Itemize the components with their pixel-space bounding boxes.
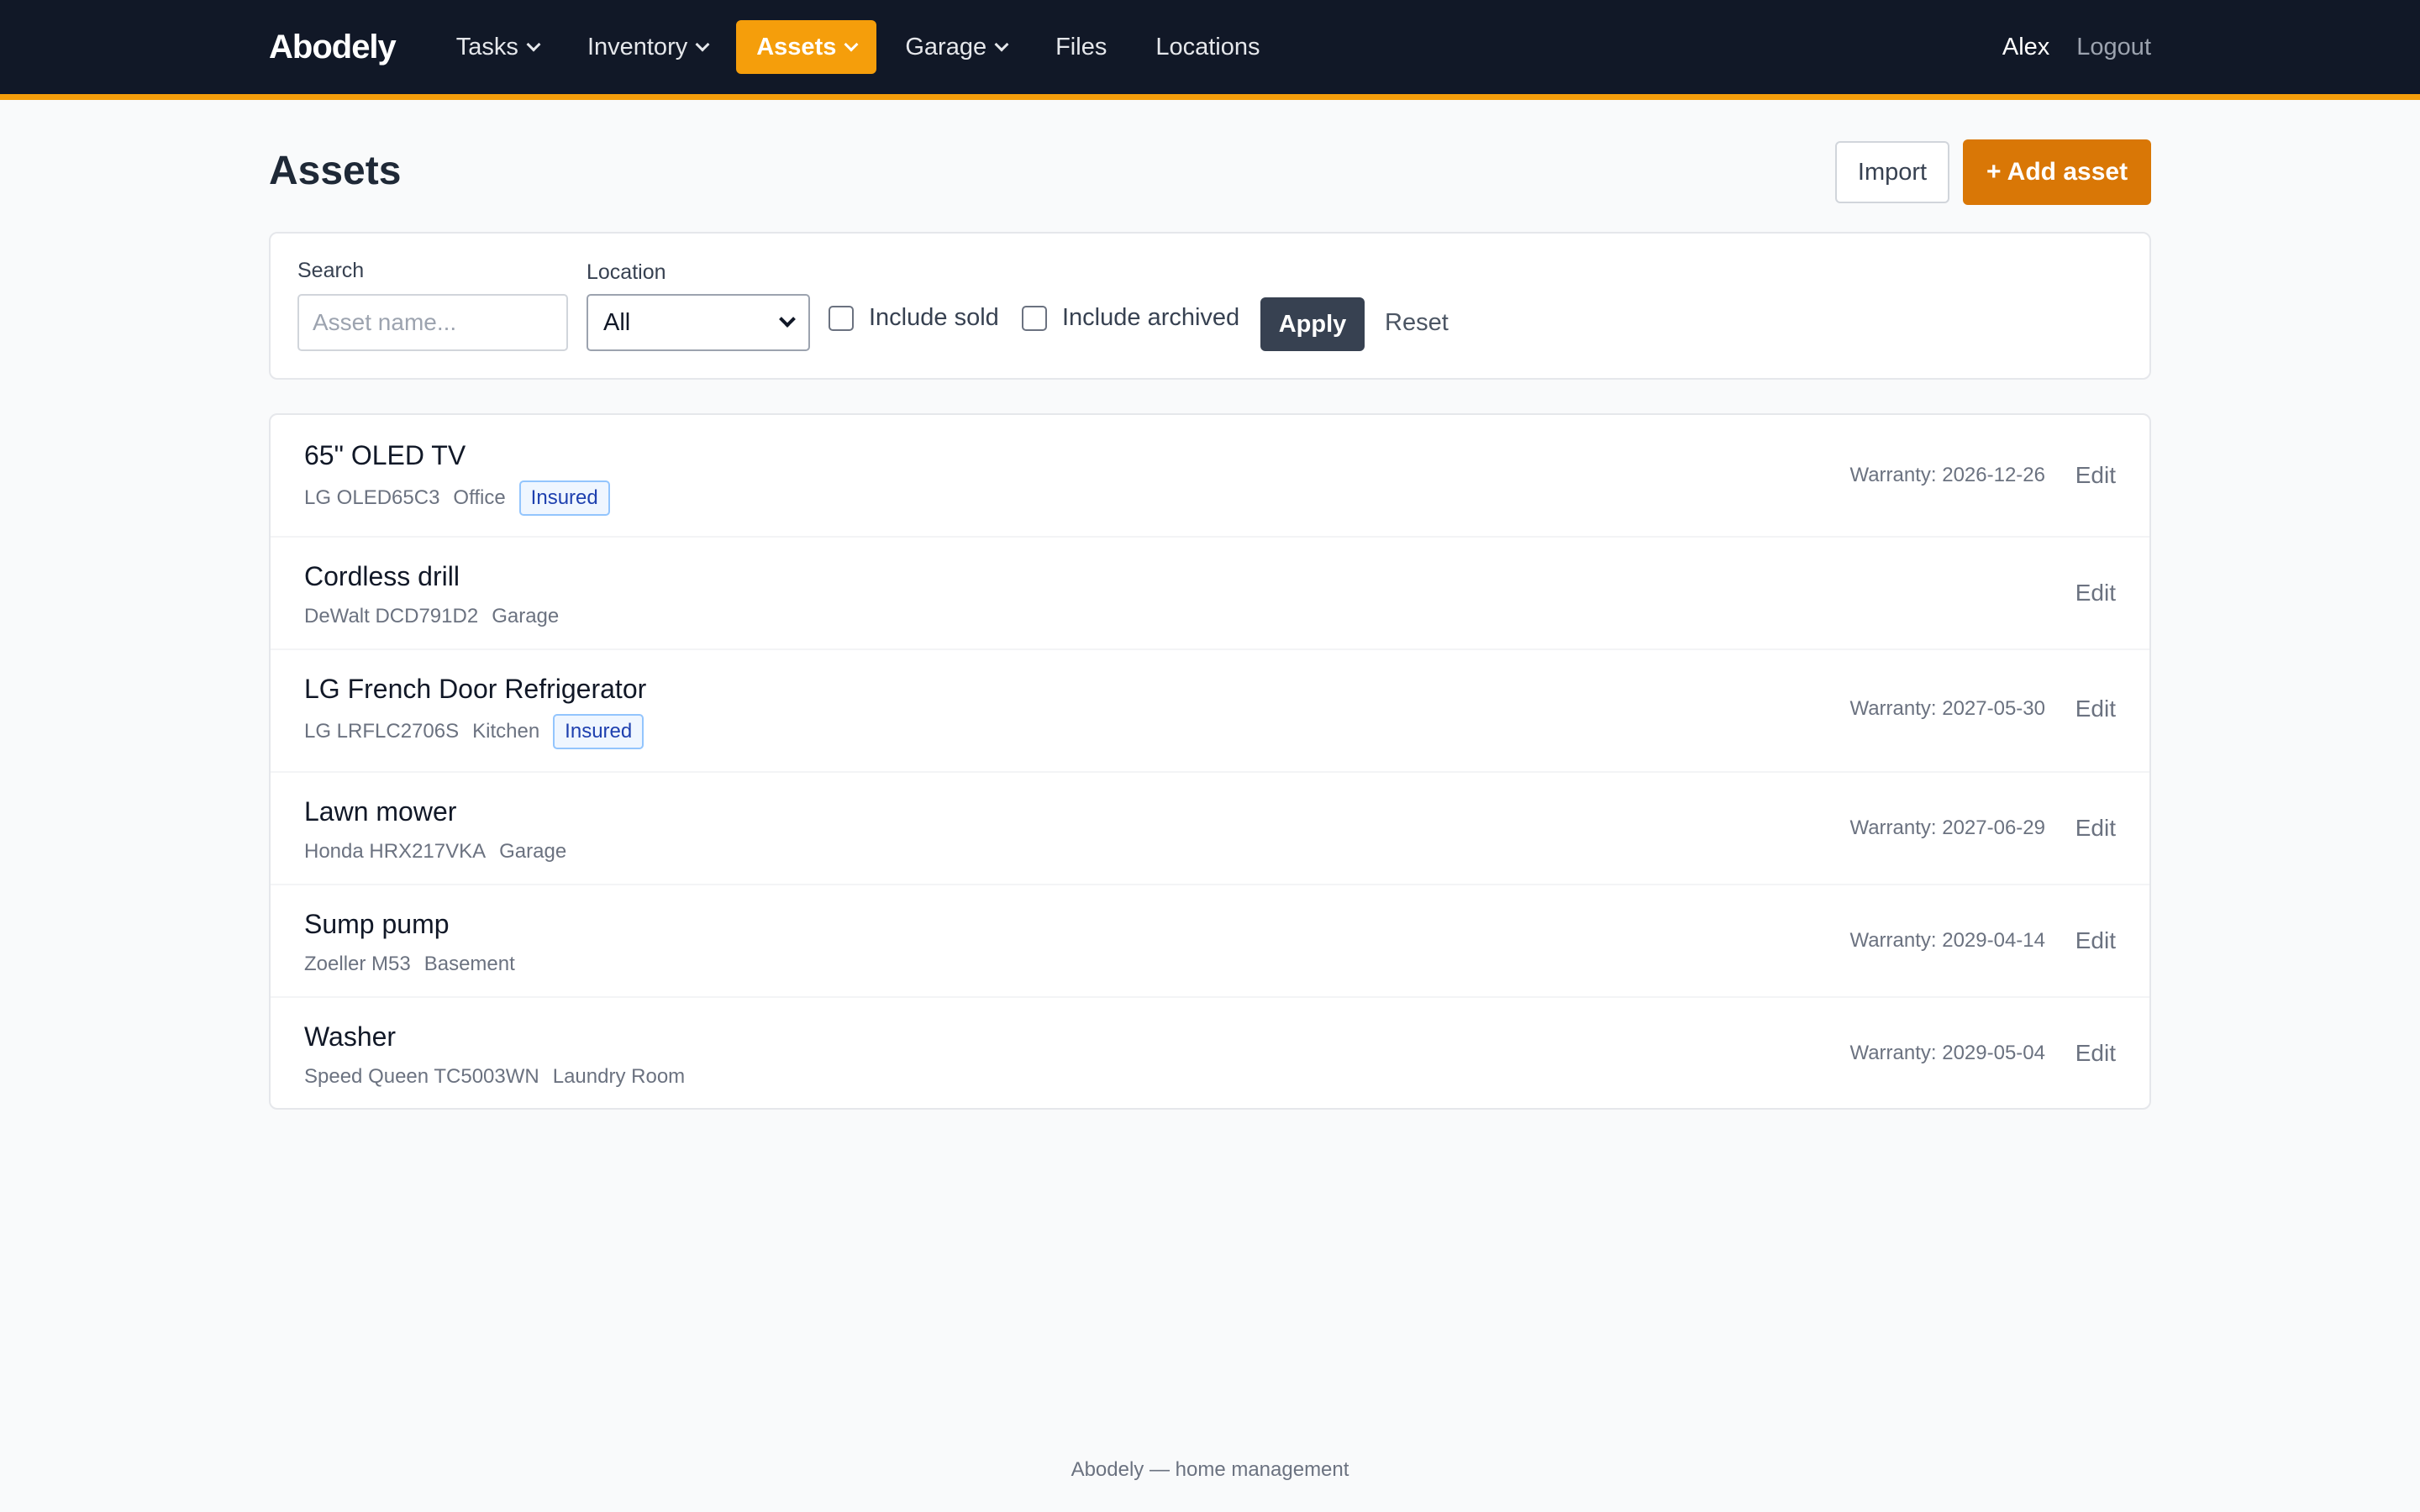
chevron-down-icon: [526, 37, 541, 52]
asset-row[interactable]: Washer Speed Queen TC5003WN Laundry Room…: [271, 998, 2149, 1108]
asset-location: Office: [453, 486, 506, 509]
asset-model: DeWalt DCD791D2: [304, 605, 479, 627]
edit-link[interactable]: Edit: [2075, 927, 2116, 954]
chevron-down-icon: [994, 37, 1009, 52]
asset-meta: DeWalt DCD791D2 Garage: [304, 605, 572, 628]
nav-locations-label: Locations: [1155, 33, 1260, 60]
nav-user-area: Alex Logout: [2002, 34, 2151, 61]
page-footer: Abodely — home management: [1071, 1458, 1349, 1481]
include-archived-label: Include archived: [1062, 304, 1240, 331]
edit-link[interactable]: Edit: [2075, 696, 2116, 722]
asset-model: Zoeller M53: [304, 953, 411, 975]
nav-tasks[interactable]: Tasks: [436, 20, 559, 74]
asset-location: Kitchen: [472, 720, 540, 743]
nav-assets[interactable]: Assets: [736, 20, 877, 74]
asset-name[interactable]: Cordless drill: [304, 561, 460, 592]
add-asset-button[interactable]: + Add asset: [1963, 139, 2151, 205]
asset-meta: LG OLED65C3 Office Insured: [304, 480, 610, 516]
nav-inventory-label: Inventory: [587, 33, 688, 60]
asset-meta: Zoeller M53 Basement: [304, 953, 529, 976]
asset-row[interactable]: 65" OLED TV LG OLED65C3 Office Insured W…: [271, 415, 2149, 538]
asset-meta: Speed Queen TC5003WN Laundry Room: [304, 1065, 698, 1089]
search-label: Search: [297, 259, 365, 282]
asset-location: Garage: [499, 840, 567, 863]
edit-link[interactable]: Edit: [2075, 1040, 2116, 1067]
logout-link[interactable]: Logout: [2076, 34, 2151, 61]
insured-badge: Insured: [518, 480, 610, 516]
location-label: Location: [587, 260, 666, 284]
top-navbar: Abodely Tasks Inventory Assets Garage Fi…: [0, 0, 2420, 100]
asset-row[interactable]: Sump pump Zoeller M53 Basement Warranty:…: [271, 885, 2149, 998]
asset-warranty: Warranty: 2026-12-26: [1849, 464, 2045, 486]
asset-list: 65" OLED TV LG OLED65C3 Office Insured W…: [269, 413, 2151, 1110]
filter-panel: Search Location All Include sold Include…: [269, 232, 2151, 380]
nav-garage[interactable]: Garage: [885, 20, 1027, 74]
asset-model: Honda HRX217VKA: [304, 840, 487, 863]
include-sold-toggle[interactable]: Include sold: [829, 304, 999, 332]
search-input[interactable]: [297, 294, 568, 351]
include-sold-checkbox[interactable]: [829, 305, 854, 331]
asset-warranty: Warranty: 2027-06-29: [1849, 816, 2045, 839]
chevron-down-icon: [779, 311, 796, 328]
nav-garage-label: Garage: [905, 33, 987, 60]
edit-link[interactable]: Edit: [2075, 580, 2116, 606]
chevron-down-icon: [844, 37, 859, 52]
asset-warranty: Warranty: 2029-05-04: [1849, 1042, 2045, 1064]
user-name[interactable]: Alex: [2002, 34, 2049, 61]
reset-link[interactable]: Reset: [1385, 309, 1449, 337]
apply-button[interactable]: Apply: [1260, 297, 1365, 351]
page-title: Assets: [269, 149, 402, 193]
nav-menu: Tasks Inventory Assets Garage Files Loca…: [436, 20, 1289, 74]
location-select[interactable]: All: [587, 294, 810, 351]
asset-name[interactable]: LG French Door Refrigerator: [304, 674, 646, 705]
include-sold-label: Include sold: [869, 304, 999, 331]
nav-tasks-label: Tasks: [455, 33, 518, 60]
asset-row[interactable]: Lawn mower Honda HRX217VKA Garage Warran…: [271, 773, 2149, 885]
nav-inventory[interactable]: Inventory: [567, 20, 728, 74]
insured-badge: Insured: [553, 714, 644, 749]
asset-meta: Honda HRX217VKA Garage: [304, 840, 580, 864]
asset-name[interactable]: Sump pump: [304, 909, 450, 940]
include-archived-toggle[interactable]: Include archived: [1022, 304, 1239, 332]
asset-name[interactable]: Washer: [304, 1021, 396, 1053]
asset-location: Garage: [492, 605, 560, 627]
asset-location: Laundry Room: [552, 1065, 686, 1088]
import-button[interactable]: Import: [1835, 141, 1949, 203]
asset-model: Speed Queen TC5003WN: [304, 1065, 539, 1088]
navbar-inner: Abodely Tasks Inventory Assets Garage Fi…: [269, 0, 2151, 94]
chevron-down-icon: [695, 37, 710, 52]
asset-warranty: Warranty: 2029-04-14: [1849, 929, 2045, 952]
asset-name[interactable]: Lawn mower: [304, 796, 456, 827]
edit-link[interactable]: Edit: [2075, 815, 2116, 842]
include-archived-checkbox[interactable]: [1022, 305, 1047, 331]
edit-link[interactable]: Edit: [2075, 462, 2116, 489]
asset-name[interactable]: 65" OLED TV: [304, 440, 466, 471]
location-select-value: All: [603, 308, 631, 336]
nav-locations[interactable]: Locations: [1135, 20, 1280, 74]
asset-warranty: Warranty: 2027-05-30: [1849, 697, 2045, 720]
brand-logo[interactable]: Abodely: [269, 29, 397, 66]
asset-row[interactable]: Cordless drill DeWalt DCD791D2 Garage Ed…: [271, 538, 2149, 650]
asset-location: Basement: [424, 953, 515, 975]
asset-model: LG OLED65C3: [304, 486, 440, 509]
nav-assets-label: Assets: [756, 33, 837, 60]
nav-files-label: Files: [1055, 33, 1107, 60]
asset-row[interactable]: LG French Door Refrigerator LG LRFLC2706…: [271, 650, 2149, 773]
asset-meta: LG LRFLC2706S Kitchen Insured: [304, 714, 644, 749]
asset-model: LG LRFLC2706S: [304, 720, 460, 743]
nav-files[interactable]: Files: [1035, 20, 1127, 74]
